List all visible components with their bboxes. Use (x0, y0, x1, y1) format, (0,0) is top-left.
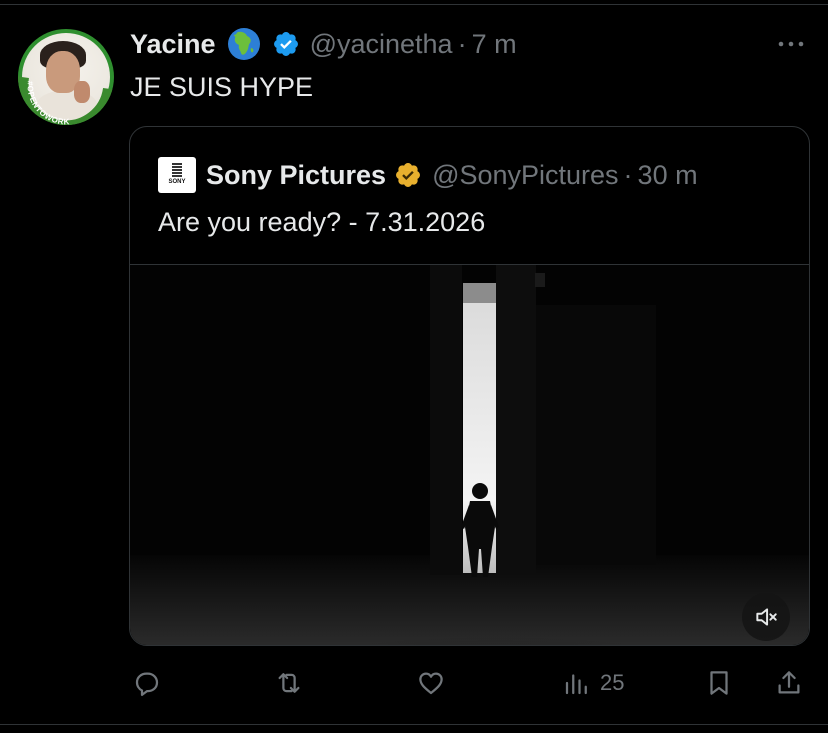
views-button[interactable]: 25 (562, 660, 624, 706)
handle[interactable]: @yacinetha (310, 29, 453, 60)
like-button[interactable] (416, 660, 446, 706)
mute-button[interactable] (742, 593, 790, 641)
avatar[interactable]: #OPENTOWORK (18, 29, 114, 125)
quoted-tweet-card[interactable]: SONY Sony Pictures @SonyPictures · 30 m … (129, 126, 810, 646)
quoted-handle[interactable]: @SonyPictures (432, 160, 618, 191)
retweet-button[interactable] (274, 660, 304, 706)
views-chart-icon (565, 674, 587, 695)
tweet-action-bar: 25 (0, 660, 828, 706)
retweet-icon (278, 673, 300, 693)
quoted-display-name[interactable]: Sony Pictures (206, 160, 386, 191)
bottom-divider (0, 724, 828, 725)
share-icon (778, 671, 800, 694)
quoted-tweet-text: Are you ready? - 7.31.2026 (158, 207, 486, 237)
more-options-icon[interactable] (776, 34, 806, 54)
display-name[interactable]: Yacine (130, 29, 216, 60)
verified-badge-icon[interactable] (272, 30, 300, 58)
sony-pictures-logo: SONY (158, 157, 196, 193)
top-divider (0, 4, 828, 5)
bookmark-icon (710, 671, 728, 695)
video-frame (130, 265, 809, 645)
earth-africa-icon (227, 28, 260, 60)
separator: · (457, 28, 467, 59)
bookmark-button[interactable] (704, 660, 734, 706)
timestamp[interactable]: 7 m (472, 29, 517, 60)
tweet-header: Yacine @yacinetha · 7 m (130, 27, 517, 61)
speaker-muted-icon (756, 608, 777, 626)
tweet-text: JE SUIS HYPE (130, 72, 314, 102)
gold-verified-badge-icon[interactable] (394, 161, 422, 189)
quoted-separator: · (623, 159, 633, 190)
reply-icon (135, 672, 159, 696)
quoted-timestamp[interactable]: 30 m (638, 160, 698, 191)
quoted-tweet-header: SONY Sony Pictures @SonyPictures · 30 m (158, 157, 698, 193)
reply-button[interactable] (132, 660, 162, 706)
views-count: 25 (600, 670, 625, 695)
opentowork-badge: #OPENTOWORK (18, 76, 114, 125)
share-button[interactable] (774, 660, 804, 706)
video-player[interactable] (130, 264, 809, 645)
heart-icon (419, 672, 443, 695)
